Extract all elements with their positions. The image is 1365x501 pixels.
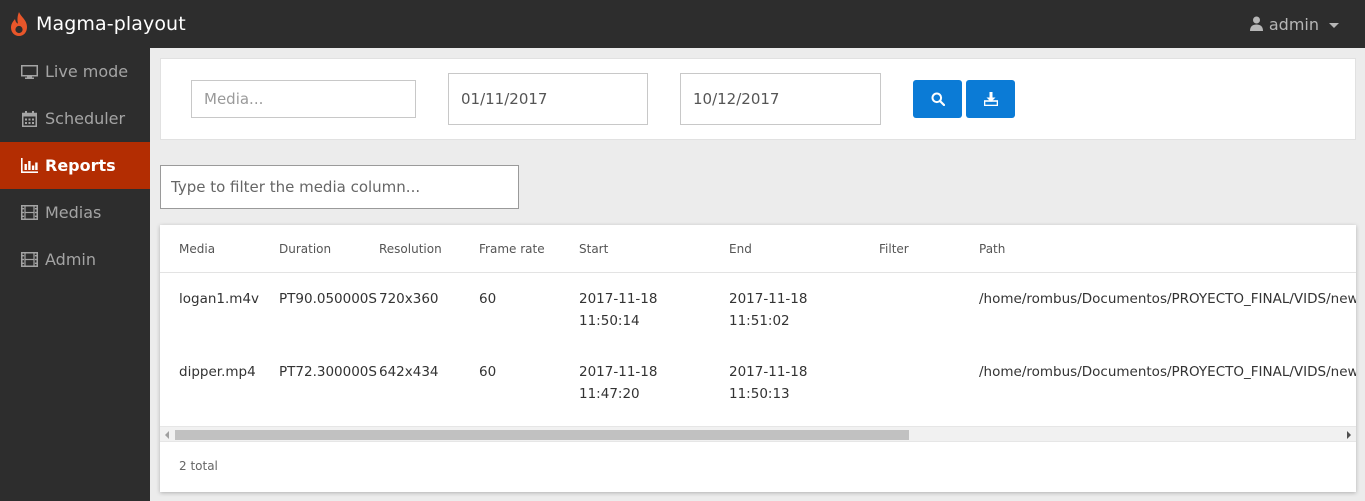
- column-header-resolution[interactable]: Resolution: [379, 242, 442, 256]
- sidebar-item-label: Medias: [45, 203, 102, 222]
- media-column-filter-input[interactable]: [160, 165, 519, 209]
- sidebar-item-label: Admin: [45, 250, 96, 269]
- horizontal-scrollbar[interactable]: [160, 426, 1356, 442]
- total-count: 2 total: [179, 459, 218, 473]
- monitor-icon: [21, 64, 38, 80]
- film-icon: [21, 252, 38, 268]
- download-icon: [983, 92, 998, 106]
- search-button[interactable]: [913, 80, 962, 118]
- cell-path: /home/rombus/Documentos/PROYECTO_FINAL/V…: [979, 364, 1356, 380]
- scroll-right-icon[interactable]: [1347, 431, 1351, 439]
- cell-resolution: 642x434: [379, 364, 439, 380]
- scrollbar-thumb[interactable]: [175, 430, 909, 440]
- column-header-filter[interactable]: Filter: [879, 242, 909, 256]
- table-header: Media Duration Resolution Frame rate Sta…: [160, 225, 1356, 273]
- column-header-start[interactable]: Start: [579, 242, 608, 256]
- cell-end-date: 2017-11-18: [729, 291, 808, 307]
- sidebar-item-medias[interactable]: Medias: [0, 189, 150, 236]
- sidebar-item-label: Live mode: [45, 62, 129, 81]
- bar-chart-icon: [21, 158, 38, 174]
- cell-frame-rate: 60: [479, 291, 497, 307]
- start-date-input[interactable]: [448, 73, 648, 125]
- column-header-duration[interactable]: Duration: [279, 242, 331, 256]
- sidebar: Live mode Scheduler Reports Medias Admin: [0, 48, 150, 501]
- cell-start-date: 2017-11-18: [579, 291, 658, 307]
- cell-end-time: 11:50:13: [729, 386, 790, 402]
- download-button[interactable]: [966, 80, 1015, 118]
- sidebar-item-reports[interactable]: Reports: [0, 142, 150, 189]
- cell-start-date: 2017-11-18: [579, 364, 658, 380]
- film-icon: [21, 205, 38, 221]
- cell-frame-rate: 60: [479, 364, 497, 380]
- user-icon: [1249, 16, 1264, 32]
- sidebar-item-live-mode[interactable]: Live mode: [0, 48, 150, 95]
- report-search-panel: [160, 58, 1356, 140]
- column-header-end[interactable]: End: [729, 242, 752, 256]
- top-navbar: Magma-playout admin: [0, 0, 1365, 48]
- cell-start-time: 11:50:14: [579, 313, 640, 329]
- table-row[interactable]: logan1.m4v PT90.050000S 720x360 60 2017-…: [160, 273, 1356, 346]
- caret-down-icon: [1329, 22, 1339, 28]
- cell-start-time: 11:47:20: [579, 386, 640, 402]
- cell-path: /home/rombus/Documentos/PROYECTO_FINAL/V…: [979, 291, 1356, 307]
- column-header-frame-rate[interactable]: Frame rate: [479, 242, 545, 256]
- column-header-path[interactable]: Path: [979, 242, 1005, 256]
- brand[interactable]: Magma-playout: [8, 11, 186, 37]
- user-name: admin: [1268, 14, 1319, 34]
- cell-duration: PT90.050000S: [279, 291, 377, 307]
- cell-end-time: 11:51:02: [729, 313, 790, 329]
- media-search-input[interactable]: [191, 80, 416, 118]
- cell-duration: PT72.300000S: [279, 364, 377, 380]
- end-date-input[interactable]: [680, 73, 881, 125]
- flame-logo-icon: [8, 11, 30, 37]
- column-header-media[interactable]: Media: [179, 242, 215, 256]
- sidebar-item-scheduler[interactable]: Scheduler: [0, 95, 150, 142]
- app-title: Magma-playout: [36, 13, 186, 35]
- sidebar-item-admin[interactable]: Admin: [0, 236, 150, 283]
- cell-media: dipper.mp4: [179, 364, 256, 380]
- sidebar-item-label: Scheduler: [45, 109, 126, 128]
- cell-media: logan1.m4v: [179, 291, 260, 307]
- table-row[interactable]: dipper.mp4 PT72.300000S 642x434 60 2017-…: [160, 346, 1356, 419]
- search-icon: [931, 92, 945, 106]
- user-menu-dropdown[interactable]: admin: [1249, 0, 1339, 48]
- sidebar-item-label: Reports: [45, 156, 116, 175]
- calendar-icon: [21, 110, 38, 127]
- scroll-left-icon[interactable]: [165, 431, 169, 439]
- reports-table: Media Duration Resolution Frame rate Sta…: [160, 225, 1356, 492]
- cell-resolution: 720x360: [379, 291, 439, 307]
- cell-end-date: 2017-11-18: [729, 364, 808, 380]
